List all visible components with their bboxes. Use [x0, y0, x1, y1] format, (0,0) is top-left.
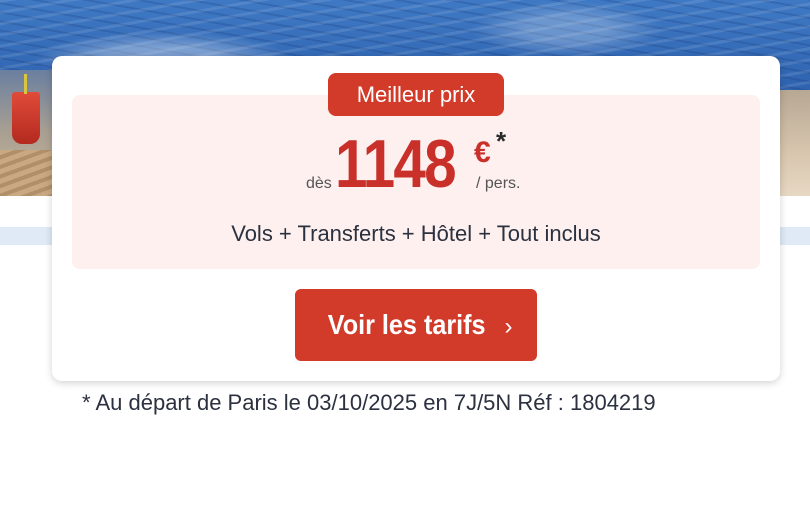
cocktail-decoration [12, 74, 40, 144]
price-asterisk: * [496, 126, 507, 156]
price-row: dès 1148 € * / pers. [52, 126, 780, 202]
per-person-label: / pers. [476, 175, 521, 192]
departure-footnote: * Au départ de Paris le 03/10/2025 en 7J… [82, 390, 656, 415]
page: Meilleur prix dès 1148 € * / pers. Vols … [0, 0, 810, 516]
view-rates-label: Voir les tarifs [328, 309, 486, 340]
best-price-badge: Meilleur prix [328, 73, 504, 116]
deck-decoration [0, 150, 55, 196]
hero-right-scene [780, 90, 810, 196]
offer-card: Meilleur prix dès 1148 € * / pers. Vols … [52, 56, 780, 381]
view-rates-button[interactable]: Voir les tarifs › [295, 289, 537, 361]
price-amount: 1148 [335, 126, 457, 202]
package-description: Vols + Transferts + Hôtel + Tout inclus [231, 221, 601, 246]
currency-symbol: € [474, 136, 491, 169]
from-label: dès [306, 175, 332, 192]
chevron-right-icon: › [504, 313, 513, 340]
